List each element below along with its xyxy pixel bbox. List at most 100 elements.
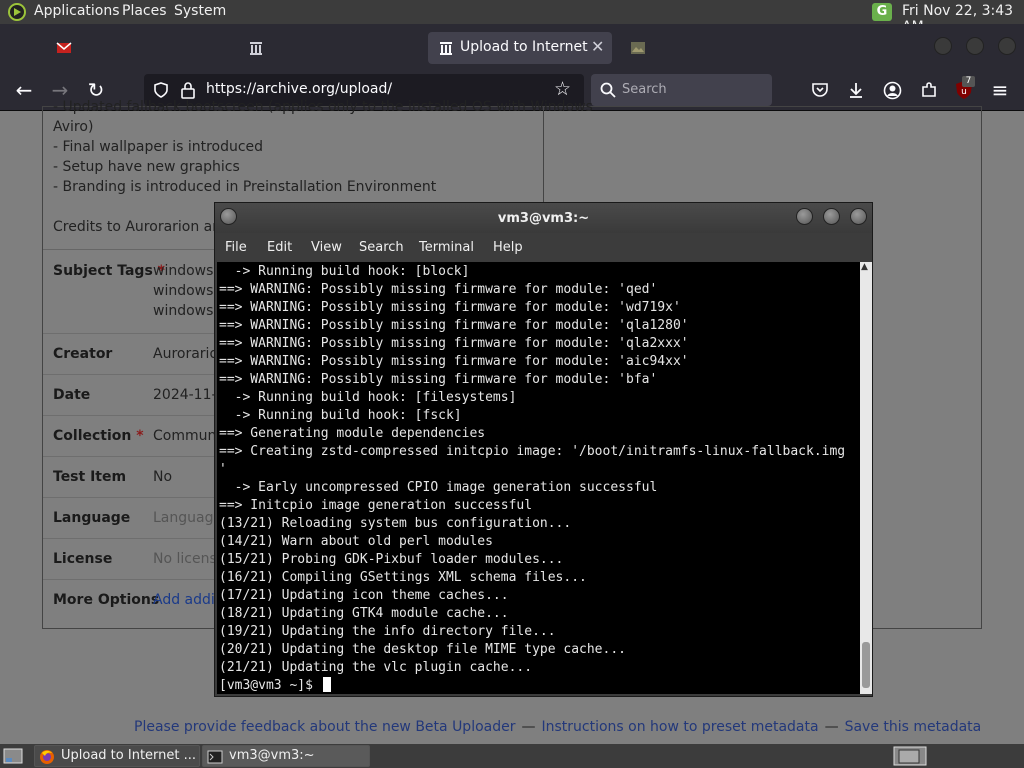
close-button[interactable]: [850, 208, 867, 225]
description-line: - Final wallpaper is introduced: [53, 139, 264, 155]
search-icon: [600, 82, 616, 98]
terminal-line: (18/21) Updating GTK4 module cache...: [219, 606, 509, 621]
menu-system[interactable]: System: [174, 3, 226, 19]
close-tab-icon[interactable]: ✕: [591, 37, 604, 56]
tab-image[interactable]: [630, 34, 780, 62]
separator: —: [824, 719, 839, 735]
terminal-output[interactable]: -> Running build hook: [block] ==> WARNI…: [217, 262, 860, 694]
terminal-prompt-line[interactable]: [vm3@vm3 ~]$: [219, 677, 331, 694]
extensions-icon[interactable]: [920, 81, 938, 99]
terminal-line: (13/21) Reloading system bus configurati…: [219, 516, 572, 531]
maximize-button[interactable]: [823, 208, 840, 225]
task-label: vm3@vm3:~: [229, 748, 315, 763]
menu-help[interactable]: Help: [493, 240, 523, 255]
tab-upload[interactable]: Upload to Internet Arc ✕: [428, 32, 612, 64]
ublock-badge: 7: [962, 76, 975, 87]
terminal-line: ==> WARNING: Possibly missing firmware f…: [219, 318, 689, 333]
terminal-titlebar[interactable]: vm3@vm3:~: [215, 203, 872, 233]
bottom-taskbar: Upload to Internet ... vm3@vm3:~: [0, 744, 1024, 768]
menu-search[interactable]: Search: [359, 240, 404, 255]
hamburger-menu-icon[interactable]: ≡: [988, 78, 1012, 102]
terminal-window[interactable]: vm3@vm3:~ File Edit View Search Terminal…: [214, 202, 873, 697]
terminal-line: ==> WARNING: Possibly missing firmware f…: [219, 300, 681, 315]
terminal-line: ==> WARNING: Possibly missing firmware f…: [219, 372, 658, 387]
terminal-line: (21/21) Updating the vlc plugin cache...: [219, 660, 533, 675]
menu-file[interactable]: File: [225, 240, 247, 255]
tag-value: windows,: [153, 283, 218, 299]
tab-gmail[interactable]: [56, 34, 216, 62]
field-label: Language: [53, 510, 131, 526]
terminal-line: ==> Creating zstd-compressed initcpio im…: [219, 444, 846, 459]
description-line: Credits to Aurorarion and: [53, 219, 231, 235]
description-line: - Setup have new graphics: [53, 159, 240, 175]
terminal-line: ==> WARNING: Possibly missing firmware f…: [219, 336, 689, 351]
terminal-line: (14/21) Warn about old perl modules: [219, 534, 493, 549]
terminal-title: vm3@vm3:~: [497, 211, 590, 226]
svg-text:u: u: [961, 87, 967, 97]
search-placeholder: Search: [622, 82, 667, 97]
feedback-link[interactable]: Please provide feedback about the new Be…: [134, 719, 516, 735]
firefox-icon: [40, 750, 54, 764]
field-value: No licens: [153, 551, 217, 567]
url-text: https://archive.org/upload/: [206, 81, 393, 97]
field-label: Test Item: [53, 469, 127, 485]
scroll-up-arrow-icon[interactable]: ▲: [861, 262, 868, 272]
shell-prompt: [vm3@vm3 ~]$: [219, 678, 321, 693]
tag-value: windows: [153, 303, 214, 319]
maximize-window-button[interactable]: [966, 37, 984, 55]
minimize-window-button[interactable]: [934, 37, 952, 55]
tab-internet-archive[interactable]: [248, 34, 408, 62]
separator: —: [521, 719, 536, 735]
terminal-menubar: File Edit View Search Terminal Help: [215, 233, 872, 261]
field-value: Language: [153, 510, 223, 526]
field-label: More Options: [53, 592, 160, 608]
terminal-line: (15/21) Probing GDK-Pixbuf loader module…: [219, 552, 564, 567]
menu-applications[interactable]: Applications: [34, 3, 120, 19]
field-label: Subject Tags *: [53, 263, 165, 279]
preset-metadata-link[interactable]: Instructions on how to preset metadata: [542, 719, 819, 735]
image-icon: [631, 42, 645, 54]
search-bar[interactable]: Search: [591, 74, 772, 106]
distro-logo-icon[interactable]: [8, 3, 26, 21]
terminal-scrollbar[interactable]: ▲: [860, 262, 872, 694]
show-desktop-icon[interactable]: [3, 748, 23, 764]
top-panel: Applications Places System G Fri Nov 22,…: [0, 0, 1024, 35]
tray-g-icon[interactable]: G: [872, 3, 892, 21]
workspace-switcher-icon[interactable]: [893, 746, 927, 766]
terminal-line: (20/21) Updating the desktop file MIME t…: [219, 642, 626, 657]
browser-tab-strip: Upload to Internet Arc ✕: [0, 24, 1024, 70]
field-label: License: [53, 551, 113, 567]
menu-edit[interactable]: Edit: [267, 240, 292, 255]
description-line: - Updated fallback bootscreen (applies o…: [53, 99, 593, 115]
menu-terminal[interactable]: Terminal: [419, 240, 474, 255]
terminal-line: -> Running build hook: [filesystems]: [219, 390, 517, 405]
archive-icon: [250, 42, 262, 55]
field-value: Commun: [153, 428, 217, 444]
menu-view[interactable]: View: [311, 240, 342, 255]
shield-icon[interactable]: [152, 81, 170, 99]
bookmark-star-icon[interactable]: ☆: [554, 78, 571, 100]
back-button[interactable]: ←: [12, 78, 36, 102]
field-label: Collection *: [53, 428, 144, 444]
account-icon[interactable]: [883, 81, 902, 100]
terminal-line: -> Running build hook: [block]: [219, 264, 470, 279]
menu-places[interactable]: Places: [122, 3, 167, 19]
download-icon[interactable]: [847, 81, 865, 99]
scrollbar-thumb[interactable]: [862, 642, 870, 688]
close-window-button[interactable]: [998, 37, 1016, 55]
save-metadata-link[interactable]: Save this metadata: [845, 719, 982, 735]
terminal-line: ==> Initcpio image generation successful: [219, 498, 533, 513]
field-label: Date: [53, 387, 91, 403]
tab-title: Upload to Internet Arc: [460, 39, 588, 55]
terminal-line: (16/21) Compiling GSettings XML schema f…: [219, 570, 587, 585]
lock-icon[interactable]: [180, 81, 196, 99]
text-cursor: [322, 677, 331, 692]
taskbar-firefox[interactable]: Upload to Internet ...: [34, 745, 200, 767]
footer-links: Please provide feedback about the new Be…: [134, 719, 981, 735]
terminal-line: -> Early uncompressed CPIO image generat…: [219, 480, 658, 495]
taskbar-terminal[interactable]: vm3@vm3:~: [202, 745, 370, 767]
field-value: No: [153, 469, 173, 485]
minimize-button[interactable]: [796, 208, 813, 225]
pocket-icon[interactable]: [811, 81, 829, 99]
terminal-line: (17/21) Updating icon theme caches...: [219, 588, 509, 603]
